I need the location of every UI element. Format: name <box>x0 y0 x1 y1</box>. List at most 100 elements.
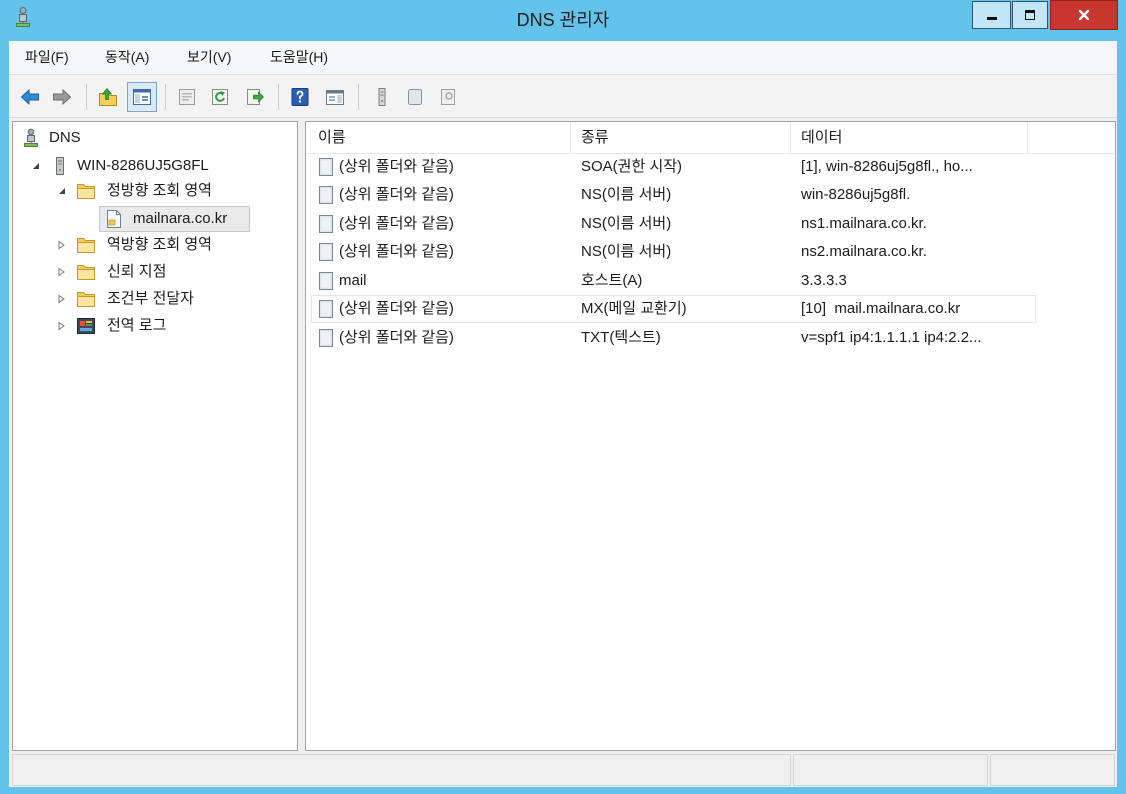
tree-item-global-logs[interactable]: 전역 로그 <box>13 313 297 339</box>
show-hide-action-pane-button[interactable] <box>322 84 348 110</box>
console-tree-pane: DNS WIN-8286UJ5G8FL 정방향 조회 영역 mailnara.c… <box>12 121 298 751</box>
cell-data: ns2.mailnara.co.kr. <box>801 243 927 260</box>
cell-type: SOA(권한 시작) <box>581 158 683 175</box>
table-row[interactable]: mail 호스트(A) 3.3.3.3 <box>306 267 1115 295</box>
minimize-button[interactable] <box>972 1 1011 29</box>
cell-type: TXT(텍스트) <box>581 329 661 346</box>
title-bar[interactable]: DNS 관리자 <box>0 0 1126 40</box>
tree-item-label: 정방향 조회 영역 <box>107 182 212 199</box>
expanded-arrow-icon[interactable] <box>57 186 67 196</box>
table-row[interactable]: (상위 폴더와 같음) SOA(권한 시작) [1], win-8286uj5g… <box>306 153 1115 181</box>
new-record-button[interactable] <box>402 84 428 110</box>
status-bar <box>9 754 1117 786</box>
cell-type: NS(이름 서버) <box>581 215 672 232</box>
menu-view[interactable]: 보기(V) <box>185 47 233 68</box>
folder-icon <box>76 181 96 201</box>
show-hide-console-tree-icon <box>132 87 152 107</box>
column-header-data[interactable]: 데이터 <box>791 122 1028 153</box>
window-title: DNS 관리자 <box>516 10 610 30</box>
export-list-button[interactable] <box>242 84 268 110</box>
tree-item-label: 역방향 조회 영역 <box>107 236 212 253</box>
cell-data: ns1.mailnara.co.kr. <box>801 215 927 232</box>
record-icon <box>317 271 335 291</box>
properties-button[interactable] <box>174 84 200 110</box>
refresh-button[interactable] <box>207 84 233 110</box>
dns-icon <box>21 128 41 148</box>
cell-data: win-8286uj5g8fl. <box>801 186 911 203</box>
collapsed-arrow-icon[interactable] <box>56 240 66 250</box>
toolbar-separator <box>165 84 166 110</box>
forward-button[interactable] <box>49 84 75 110</box>
cell-data: 3.3.3.3 <box>801 272 847 289</box>
help-button[interactable] <box>287 84 313 110</box>
close-button[interactable] <box>1050 0 1118 30</box>
update-server-data-file-button[interactable] <box>369 84 395 110</box>
tree-item-conditional-forwarders[interactable]: 조건부 전달자 <box>13 286 297 312</box>
tree-item-trust-points[interactable]: 신뢰 지점 <box>13 259 297 285</box>
folder-icon <box>76 235 96 255</box>
list-header: 이름 종류 데이터 <box>306 122 1115 154</box>
cell-type: NS(이름 서버) <box>581 186 672 203</box>
folder-icon <box>76 289 96 309</box>
cell-type: 호스트(A) <box>581 272 643 289</box>
cell-name: (상위 폴더와 같음) <box>339 329 454 346</box>
properties-icon <box>177 87 197 107</box>
record-icon <box>317 157 335 177</box>
menu-action[interactable]: 동작(A) <box>103 47 151 68</box>
cell-type: NS(이름 서버) <box>581 243 672 260</box>
record-icon <box>317 214 335 234</box>
cell-data: v=spf1 ip4:1.1.1.1 ip4:2.2... <box>801 329 982 346</box>
record-properties-button[interactable] <box>435 84 461 110</box>
tree-item-forward-lookup-zones[interactable]: 정방향 조회 영역 <box>13 178 297 204</box>
tree-item-label: 조건부 전달자 <box>107 290 194 307</box>
results-pane: 이름 종류 데이터 (상위 폴더와 같음) SOA(권한 시작) [1], wi… <box>305 121 1116 751</box>
expanded-arrow-icon[interactable] <box>31 161 41 171</box>
show-hide-console-tree-button[interactable] <box>127 82 157 112</box>
back-arrow-icon <box>20 87 40 107</box>
status-bar-segment <box>793 754 988 786</box>
cell-name: (상위 폴더와 같음) <box>339 158 454 175</box>
tree-item-dns[interactable]: DNS <box>13 125 297 151</box>
menu-help[interactable]: 도움말(H) <box>268 47 330 68</box>
status-bar-segment <box>12 754 791 786</box>
forward-arrow-icon <box>52 87 72 107</box>
tree-item-label: DNS <box>49 129 81 146</box>
folder-icon <box>76 262 96 282</box>
cell-name: (상위 폴더와 같음) <box>339 243 454 260</box>
collapsed-arrow-icon[interactable] <box>56 321 66 331</box>
record-properties-icon <box>438 87 458 107</box>
maximize-icon <box>1023 8 1037 22</box>
column-header-filler <box>1028 122 1115 153</box>
collapsed-arrow-icon[interactable] <box>56 267 66 277</box>
dns-manager-icon[interactable] <box>13 5 33 29</box>
table-row[interactable]: (상위 폴더와 같음) MX(메일 교환기) [10] mail.mailnar… <box>306 295 1115 323</box>
column-header-name[interactable]: 이름 <box>306 122 571 153</box>
cell-name: (상위 폴더와 같음) <box>339 215 454 232</box>
table-row[interactable]: (상위 폴더와 같음) NS(이름 서버) ns1.mailnara.co.kr… <box>306 210 1115 238</box>
refresh-icon <box>210 87 230 107</box>
window-client-area: 파일(F) 동작(A) 보기(V) 도움말(H) DNS WIN-8286UJ5… <box>9 41 1117 787</box>
cell-name: (상위 폴더와 같음) <box>339 186 454 203</box>
help-icon <box>290 87 310 107</box>
table-row[interactable]: (상위 폴더와 같음) TXT(텍스트) v=spf1 ip4:1.1.1.1 … <box>306 324 1115 352</box>
zone-icon <box>104 209 124 229</box>
tree-item-server[interactable]: WIN-8286UJ5G8FL <box>13 153 297 179</box>
table-row[interactable]: (상위 폴더와 같음) NS(이름 서버) win-8286uj5g8fl. <box>306 181 1115 209</box>
cell-data: [1], win-8286uj5g8fl., ho... <box>801 158 973 175</box>
table-row[interactable]: (상위 폴더와 같음) NS(이름 서버) ns2.mailnara.co.kr… <box>306 238 1115 266</box>
close-icon <box>1077 8 1091 22</box>
collapsed-arrow-icon[interactable] <box>56 294 66 304</box>
record-icon <box>317 299 335 319</box>
cell-data: [10] mail.mailnara.co.kr <box>801 300 961 317</box>
maximize-button[interactable] <box>1012 1 1048 29</box>
up-one-level-button[interactable] <box>95 84 121 110</box>
server-icon <box>50 156 70 176</box>
column-header-type[interactable]: 종류 <box>571 122 791 153</box>
record-icon <box>317 185 335 205</box>
back-button[interactable] <box>17 84 43 110</box>
up-one-level-icon <box>98 87 118 107</box>
menu-file[interactable]: 파일(F) <box>23 47 71 68</box>
tree-item-reverse-lookup-zones[interactable]: 역방향 조회 영역 <box>13 232 297 258</box>
tree-item-zone-mailnara[interactable]: mailnara.co.kr <box>13 206 297 232</box>
record-icon <box>317 242 335 262</box>
